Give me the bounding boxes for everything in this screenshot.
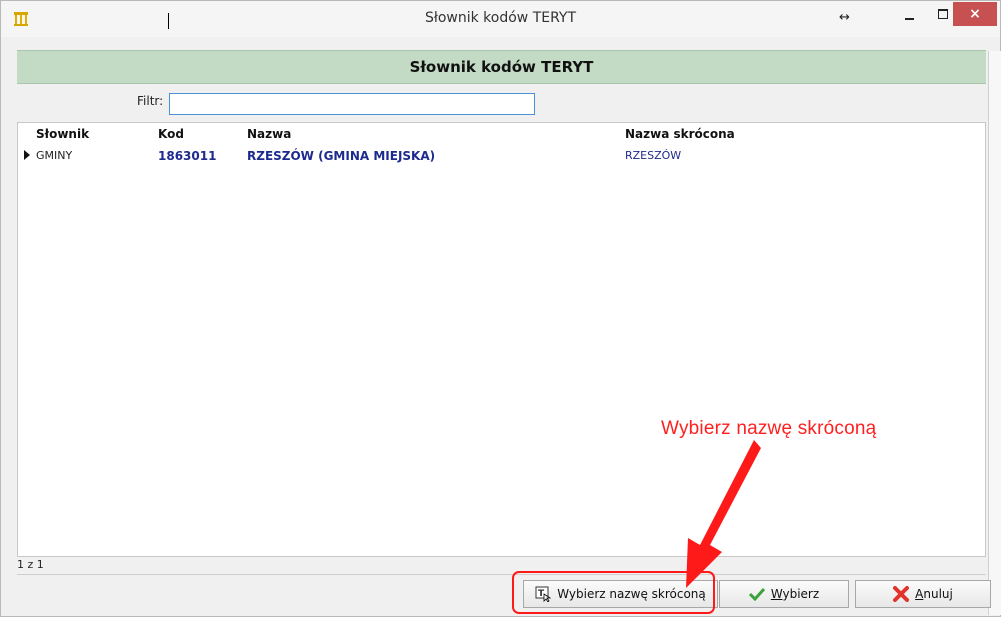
- column-header-nazwa[interactable]: Nazwa: [247, 127, 291, 141]
- cross-icon: [893, 586, 910, 602]
- cell-nazwa: RZESZÓW (GMINA MIEJSKA): [247, 149, 436, 163]
- teryt-dictionary-window: Słownik kodów TERYT ↔ × Słownik kodów TE…: [0, 0, 1001, 617]
- row-selector-icon: [24, 150, 30, 160]
- maximize-icon: [938, 9, 948, 19]
- resize-icon[interactable]: ↔: [839, 10, 850, 25]
- filter-label: Filtr:: [137, 94, 164, 108]
- results-grid[interactable]: Słownik Kod Nazwa Nazwa skrócona GMINY 1…: [17, 122, 986, 557]
- select-button-label: Wybierz: [770, 587, 820, 601]
- cell-nazwa-skrocona: RZESZÓW: [625, 149, 682, 162]
- highlight-box: [512, 571, 715, 614]
- column-header-kod[interactable]: Kod: [158, 127, 184, 141]
- cancel-button[interactable]: Anuluj: [855, 580, 991, 608]
- annotation-text: Wybierz nazwę skróconą: [661, 418, 877, 439]
- filter-bar: Filtr:: [17, 84, 986, 120]
- checkmark-icon: [748, 587, 765, 601]
- title-bar[interactable]: Słownik kodów TERYT ↔ ×: [1, 1, 1000, 37]
- record-count: 1 z 1: [17, 558, 44, 571]
- column-header-nazwa-skrocona[interactable]: Nazwa skrócona: [625, 127, 735, 141]
- minimize-button[interactable]: [893, 1, 927, 27]
- select-button[interactable]: Wybierz: [719, 580, 849, 608]
- button-bar: T Wybierz nazwę skróconą Wybierz Anuluj: [17, 574, 991, 615]
- cell-slownik: GMINY: [36, 149, 73, 162]
- text-caret: [168, 13, 169, 29]
- cancel-button-label: Anuluj: [915, 587, 953, 601]
- grid-header: Słownik Kod Nazwa Nazwa skrócona: [18, 127, 985, 145]
- window-title: Słownik kodów TERYT: [424, 10, 577, 26]
- table-row[interactable]: GMINY 1863011 RZESZÓW (GMINA MIEJSKA) RZ…: [18, 146, 985, 164]
- dialog-heading: Słownik kodów TERYT: [17, 50, 986, 84]
- cell-kod: 1863011: [158, 149, 217, 163]
- minimize-icon: [905, 18, 914, 20]
- column-header-slownik[interactable]: Słownik: [36, 127, 89, 141]
- close-button[interactable]: ×: [953, 2, 997, 26]
- filter-input[interactable]: [169, 93, 535, 115]
- side-panel: [988, 51, 1001, 615]
